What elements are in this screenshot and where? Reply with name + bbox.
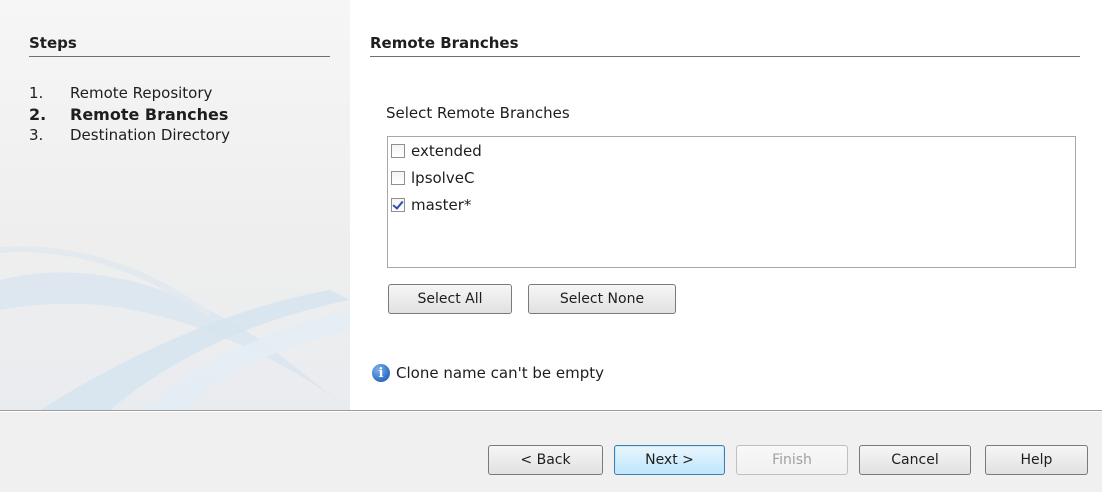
step-item-remote-branches: 2. Remote Branches — [29, 104, 230, 125]
info-icon: i — [372, 364, 390, 382]
finish-button[interactable]: Finish — [736, 445, 848, 475]
page-title: Remote Branches — [370, 34, 1080, 57]
step-label: Remote Branches — [70, 105, 229, 124]
info-message-row: i Clone name can't be empty — [372, 364, 604, 382]
cancel-button[interactable]: Cancel — [859, 445, 971, 475]
wizard-decoration-graphic — [0, 246, 350, 410]
step-label: Destination Directory — [70, 126, 230, 144]
info-message: Clone name can't be empty — [396, 364, 604, 382]
help-button[interactable]: Help — [985, 445, 1088, 475]
branch-checkbox[interactable] — [391, 170, 405, 185]
footer-divider-highlight — [0, 411, 1102, 412]
branch-item-master[interactable]: master* — [388, 191, 1075, 218]
branch-list[interactable]: extended lpsolveC master* — [387, 136, 1076, 268]
steps-list: 1. Remote Repository 2. Remote Branches … — [29, 83, 230, 146]
branch-name: master* — [411, 195, 472, 214]
steps-title: Steps — [29, 34, 330, 57]
select-branches-label: Select Remote Branches — [386, 104, 570, 122]
step-number: 1. — [29, 84, 44, 102]
back-button[interactable]: < Back — [488, 445, 603, 475]
branch-checkbox[interactable] — [391, 143, 405, 158]
branch-name: extended — [411, 141, 482, 160]
branch-item-lpsolvec[interactable]: lpsolveC — [388, 164, 1075, 191]
select-all-button[interactable]: Select All — [388, 284, 512, 314]
step-item-remote-repository: 1. Remote Repository — [29, 83, 230, 104]
branch-item-extended[interactable]: extended — [388, 137, 1075, 164]
branch-name: lpsolveC — [411, 168, 475, 187]
branch-checkbox-checked[interactable] — [391, 197, 405, 212]
step-label: Remote Repository — [70, 84, 213, 102]
step-number: 2. — [29, 105, 47, 124]
content-panel: Remote Branches Select Remote Branches e… — [350, 0, 1102, 410]
wizard-panel: Steps 1. Remote Repository 2. Remote Bra… — [0, 0, 1102, 410]
steps-panel: Steps 1. Remote Repository 2. Remote Bra… — [0, 0, 350, 410]
step-number: 3. — [29, 126, 44, 144]
step-item-destination-directory: 3. Destination Directory — [29, 125, 230, 146]
next-button[interactable]: Next > — [614, 445, 725, 475]
select-none-button[interactable]: Select None — [528, 284, 676, 314]
